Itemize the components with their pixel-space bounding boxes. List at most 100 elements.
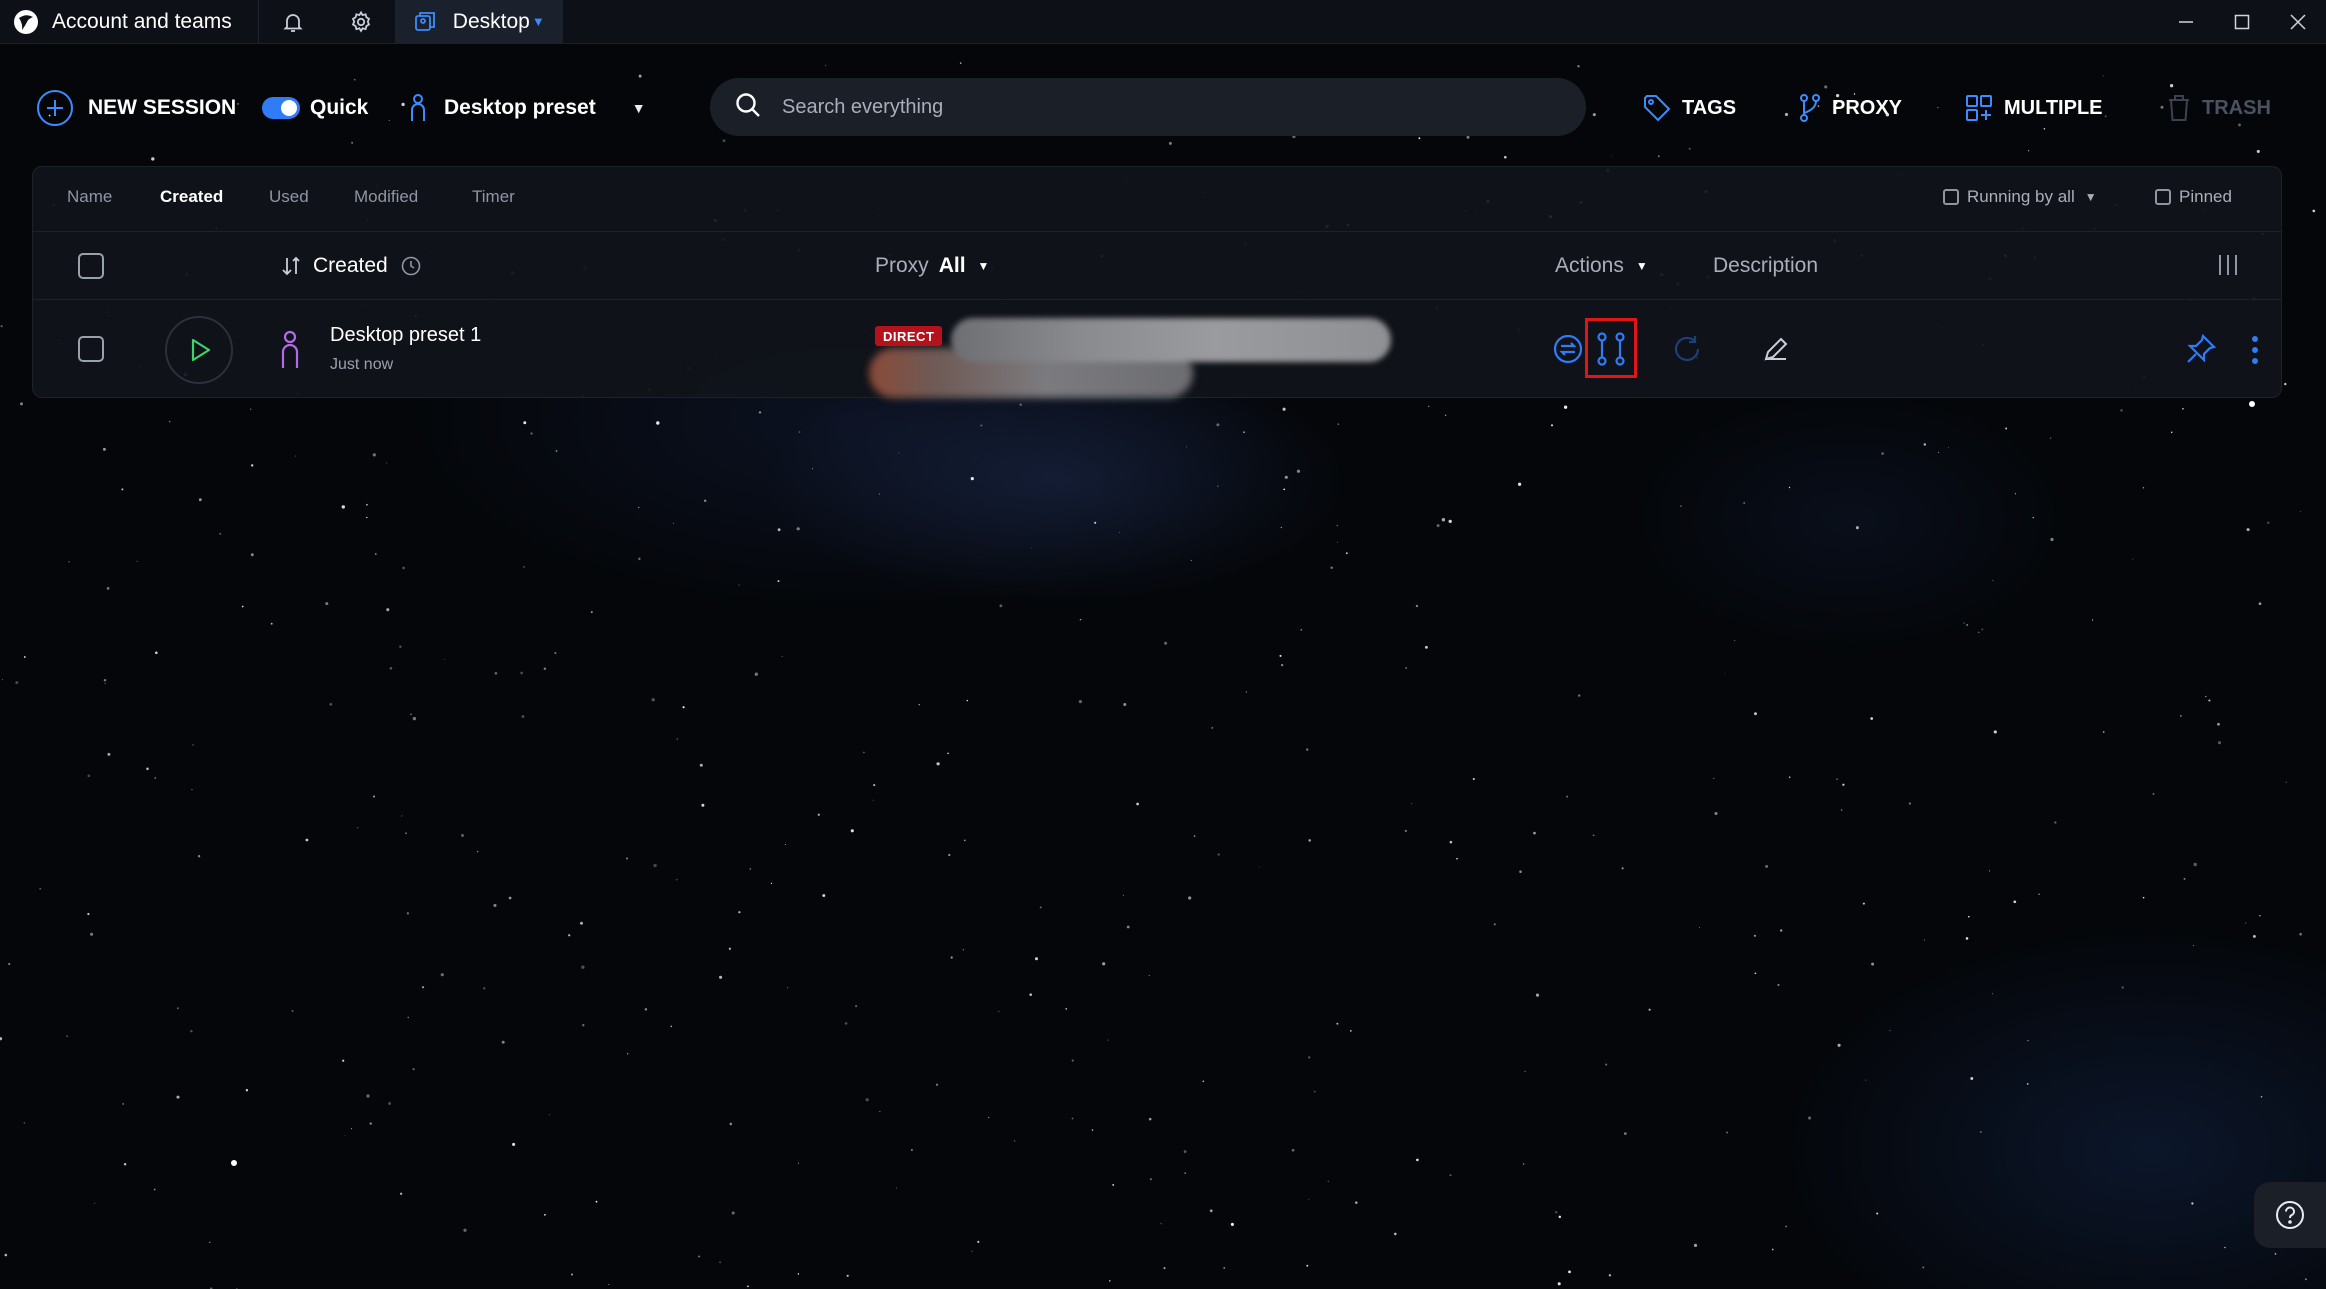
tab-desktop[interactable]: Desktop ▼ bbox=[394, 0, 563, 44]
proxy-filter-value[interactable]: All bbox=[939, 254, 966, 278]
star bbox=[638, 506, 640, 509]
person-icon bbox=[408, 93, 428, 123]
preset-selector[interactable]: Desktop preset ▼ bbox=[408, 88, 646, 128]
quick-toggle[interactable]: Quick bbox=[262, 88, 368, 128]
tab-used[interactable]: Used bbox=[269, 187, 309, 207]
running-by-all-filter[interactable]: Running by all ▼ bbox=[1943, 187, 2097, 207]
star bbox=[1444, 414, 1447, 416]
star bbox=[1578, 694, 1581, 697]
created-column-header[interactable]: Created bbox=[281, 254, 422, 278]
edit-pencil-icon[interactable] bbox=[1759, 332, 1793, 366]
quick-label: Quick bbox=[310, 96, 369, 119]
star bbox=[590, 611, 593, 613]
table-row[interactable]: Desktop preset 1 Just now DIRECT bbox=[33, 299, 2281, 399]
star bbox=[1648, 1008, 1651, 1011]
account-and-teams-link[interactable]: Account and teams bbox=[52, 10, 232, 34]
sync-action-icon[interactable] bbox=[1552, 332, 1584, 366]
tab-name[interactable]: Name bbox=[67, 187, 112, 207]
column-settings-icon[interactable] bbox=[2215, 252, 2241, 278]
chevron-down-icon[interactable]: ▼ bbox=[978, 259, 990, 273]
tab-created[interactable]: Created bbox=[160, 187, 223, 207]
star bbox=[1441, 518, 1446, 522]
star bbox=[1306, 748, 1309, 751]
star bbox=[699, 763, 703, 767]
new-session-button[interactable]: NEW SESSION bbox=[36, 88, 236, 128]
star bbox=[971, 1250, 973, 1252]
star bbox=[1765, 864, 1769, 868]
more-options-icon[interactable] bbox=[2245, 330, 2265, 370]
refresh-icon[interactable] bbox=[1670, 332, 1704, 366]
chevron-down-icon[interactable]: ▼ bbox=[1636, 259, 1648, 273]
select-all-checkbox[interactable] bbox=[78, 253, 104, 279]
star bbox=[797, 1273, 800, 1275]
star bbox=[372, 453, 376, 457]
star bbox=[1330, 566, 1333, 570]
pin-icon[interactable] bbox=[2183, 330, 2219, 368]
star bbox=[1862, 902, 1865, 905]
star bbox=[153, 1188, 156, 1191]
description-column-header: Description bbox=[1713, 254, 1818, 278]
star bbox=[2132, 558, 2134, 560]
chevron-down-icon[interactable]: ▼ bbox=[532, 14, 545, 29]
star bbox=[918, 704, 920, 706]
tab-timer[interactable]: Timer bbox=[472, 187, 515, 207]
star bbox=[844, 1022, 848, 1025]
star bbox=[2121, 986, 2124, 989]
star bbox=[151, 157, 155, 161]
multiple-button[interactable]: MULTIPLE bbox=[1964, 88, 2103, 128]
pinned-checkbox[interactable] bbox=[2155, 189, 2171, 205]
star bbox=[1190, 559, 1192, 561]
help-button[interactable] bbox=[2254, 1182, 2326, 1248]
star bbox=[1230, 1222, 1234, 1226]
star bbox=[1713, 777, 1715, 779]
star bbox=[192, 744, 194, 746]
star bbox=[388, 1102, 392, 1105]
tags-button[interactable]: TAGS bbox=[1642, 88, 1736, 128]
bell-icon[interactable] bbox=[259, 0, 327, 44]
proxy-button[interactable]: PROXY bbox=[1798, 88, 1902, 128]
star bbox=[1611, 155, 1612, 157]
star bbox=[197, 855, 201, 858]
session-name[interactable]: Desktop preset 1 bbox=[330, 324, 481, 347]
star bbox=[294, 455, 297, 457]
chevron-down-icon[interactable]: ▼ bbox=[632, 100, 646, 116]
quick-toggle-switch[interactable] bbox=[262, 97, 300, 119]
play-icon bbox=[191, 338, 211, 362]
star bbox=[102, 447, 106, 451]
gear-icon[interactable] bbox=[327, 0, 395, 44]
star bbox=[1245, 691, 1247, 693]
app-logo-icon bbox=[0, 0, 52, 44]
star bbox=[1881, 452, 1884, 455]
star bbox=[1449, 1174, 1452, 1177]
clock-icon[interactable] bbox=[400, 255, 422, 277]
star bbox=[2182, 407, 2184, 410]
chevron-down-icon[interactable]: ▼ bbox=[2085, 190, 2097, 204]
actions-column-header[interactable]: Actions ▼ bbox=[1555, 254, 1648, 278]
running-checkbox[interactable] bbox=[1943, 189, 1959, 205]
star bbox=[2152, 793, 2155, 795]
star bbox=[386, 462, 388, 464]
pinned-filter[interactable]: Pinned bbox=[2155, 187, 2232, 207]
star bbox=[2142, 487, 2145, 489]
minimize-icon[interactable] bbox=[2158, 0, 2214, 44]
proxy-column-header[interactable]: Proxy All ▼ bbox=[875, 254, 989, 278]
maximize-icon[interactable] bbox=[2214, 0, 2270, 44]
star bbox=[855, 1005, 858, 1008]
star bbox=[1840, 809, 1843, 811]
close-icon[interactable] bbox=[2270, 0, 2326, 44]
trash-label: TRASH bbox=[2202, 96, 2271, 119]
star bbox=[2299, 932, 2302, 936]
bright-star bbox=[2249, 401, 2255, 407]
star bbox=[444, 658, 446, 660]
proxy-label: PROXY bbox=[1832, 96, 1903, 119]
tab-modified[interactable]: Modified bbox=[354, 187, 418, 207]
row-checkbox[interactable] bbox=[78, 336, 104, 362]
search-bar[interactable] bbox=[710, 78, 1586, 136]
star bbox=[947, 752, 949, 755]
search-input[interactable] bbox=[780, 94, 1540, 120]
star bbox=[2102, 731, 2105, 733]
trash-button[interactable]: TRASH bbox=[2166, 88, 2271, 128]
star bbox=[373, 795, 375, 798]
star bbox=[2014, 493, 2017, 495]
start-session-button[interactable] bbox=[165, 316, 233, 384]
